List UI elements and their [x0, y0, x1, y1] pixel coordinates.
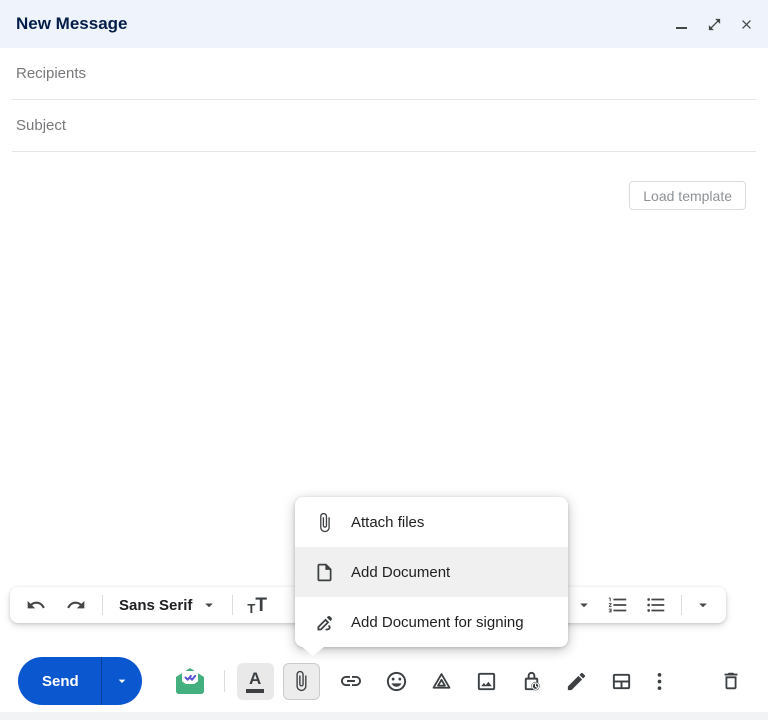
align-dropdown-arrow[interactable] — [575, 596, 593, 614]
recipients-input[interactable] — [12, 48, 756, 99]
window-controls — [674, 16, 754, 32]
window-title: New Message — [16, 14, 128, 33]
close-icon[interactable] — [738, 16, 754, 32]
font-dropdown-arrow — [205, 603, 214, 608]
menu-pointer-tail — [301, 646, 325, 656]
bottom-toolbar: Send A — [0, 655, 768, 707]
load-template-button[interactable]: Load template — [629, 181, 746, 210]
confidential-mode-icon[interactable] — [518, 668, 545, 695]
menu-item-add-document-for-signing[interactable]: Add Document for signing — [295, 597, 568, 647]
send-options-arrow[interactable] — [102, 657, 142, 705]
more-formatting-dropdown-arrow[interactable] — [694, 596, 712, 614]
more-options-icon[interactable] — [653, 668, 667, 695]
subject-row — [12, 100, 756, 152]
send-split-button: Send — [18, 657, 142, 705]
recipients-row — [12, 48, 756, 100]
insert-drive-icon[interactable] — [428, 668, 455, 695]
bulleted-list-icon[interactable] — [645, 594, 667, 616]
numbered-list-icon[interactable] — [607, 594, 629, 616]
toolbar-divider — [232, 595, 234, 615]
subject-input[interactable] — [12, 100, 756, 151]
toolbar-divider — [681, 595, 682, 615]
text-size-icon[interactable]: TT — [247, 596, 267, 615]
menu-item-add-document[interactable]: Add Document — [295, 547, 568, 597]
minimize-icon[interactable] — [674, 16, 690, 32]
send-button[interactable]: Send — [18, 657, 101, 705]
discard-draft-icon[interactable] — [717, 668, 744, 695]
window-bottom-edge — [0, 712, 768, 720]
mailtrack-icon[interactable] — [174, 667, 206, 695]
insert-emoji-icon[interactable] — [383, 668, 410, 695]
menu-item-label: Add Document — [351, 563, 451, 581]
font-selector[interactable]: Sans Serif — [119, 596, 218, 614]
window-header: New Message — [0, 0, 768, 48]
redo-icon[interactable] — [66, 595, 86, 615]
layouts-icon[interactable] — [608, 668, 635, 695]
formatting-options-icon[interactable]: A — [236, 662, 274, 700]
attach-options-menu: Attach files Add Document Add Document f… — [295, 497, 568, 656]
attach-files-icon[interactable] — [282, 662, 320, 700]
toolbar-divider — [223, 670, 225, 692]
insert-photo-icon[interactable] — [473, 668, 500, 695]
menu-item-label: Attach files — [351, 513, 425, 531]
paperclip-icon — [313, 511, 335, 533]
compose-window: New Message Load template — [0, 0, 768, 720]
menu-item-attach-files[interactable]: Attach files — [295, 497, 568, 547]
document-icon — [313, 561, 335, 583]
signature-pen-icon — [313, 611, 335, 633]
signature-icon[interactable] — [563, 668, 590, 695]
font-name-label: Sans Serif — [119, 596, 193, 614]
expand-icon[interactable] — [706, 16, 722, 32]
toolbar-divider — [102, 595, 103, 615]
undo-icon[interactable] — [26, 595, 46, 615]
menu-item-label: Add Document for signing — [351, 613, 524, 631]
insert-link-icon[interactable] — [338, 668, 365, 695]
